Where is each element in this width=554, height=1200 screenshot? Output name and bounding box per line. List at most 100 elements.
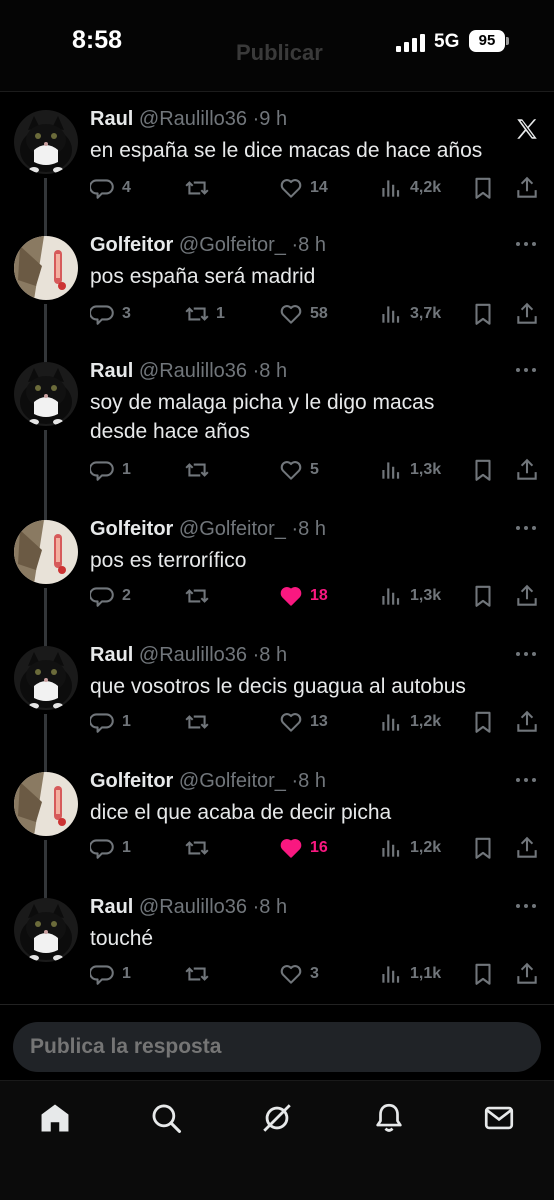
- share-button[interactable]: [514, 582, 540, 610]
- tweet-header: Raul @Raulillo36 ·8 h: [90, 358, 538, 384]
- reply-button[interactable]: 1: [90, 456, 131, 484]
- like-button[interactable]: 14: [278, 174, 328, 202]
- like-button[interactable]: 3: [278, 960, 319, 988]
- avatar[interactable]: [14, 646, 78, 710]
- reply-button[interactable]: 1: [90, 708, 131, 736]
- bookmark-button[interactable]: [470, 582, 496, 610]
- tweet[interactable]: Raul @Raulillo36 ·8 h touché: [0, 894, 554, 1020]
- bookmark-button[interactable]: [470, 834, 496, 862]
- author-handle[interactable]: @Raulillo36: [139, 108, 247, 130]
- analytics-icon: [382, 306, 400, 323]
- retweet-button[interactable]: [184, 708, 210, 736]
- author-name[interactable]: Raul: [90, 360, 133, 382]
- reply-button[interactable]: 4: [90, 174, 131, 202]
- more-icon[interactable]: [512, 360, 540, 380]
- share-button[interactable]: [514, 708, 540, 736]
- avatar[interactable]: [14, 898, 78, 962]
- tab-home[interactable]: [38, 1101, 72, 1135]
- tab-grok[interactable]: [260, 1101, 294, 1135]
- timestamp[interactable]: 8 h: [298, 234, 326, 256]
- retweet-button[interactable]: 1: [184, 300, 225, 328]
- timestamp[interactable]: 8 h: [259, 360, 287, 382]
- more-icon[interactable]: [512, 644, 540, 664]
- like-button[interactable]: 58: [278, 300, 328, 328]
- reply-button[interactable]: 1: [90, 960, 131, 988]
- retweet-button[interactable]: [184, 834, 210, 862]
- timestamp[interactable]: 8 h: [259, 896, 287, 918]
- more-icon[interactable]: [512, 234, 540, 254]
- author-name[interactable]: Raul: [90, 896, 133, 918]
- bookmark-button[interactable]: [470, 960, 496, 988]
- thread-connector: [44, 840, 47, 900]
- replies-count: 4: [122, 179, 131, 196]
- author-handle[interactable]: @Golfeitor_: [179, 234, 286, 256]
- retweet-button[interactable]: [184, 174, 210, 202]
- retweet-button[interactable]: [184, 960, 210, 988]
- tweet[interactable]: Raul @Raulillo36 ·8 h que vosotros le dec…: [0, 642, 554, 774]
- timestamp[interactable]: 9 h: [259, 108, 287, 130]
- author-handle[interactable]: @Golfeitor_: [179, 518, 286, 540]
- share-button[interactable]: [514, 834, 540, 862]
- reply-button[interactable]: 2: [90, 582, 131, 610]
- analytics-icon: [382, 966, 400, 983]
- retweet-button[interactable]: [184, 456, 210, 484]
- tab-messages[interactable]: [482, 1101, 516, 1135]
- author-name[interactable]: Golfeitor: [90, 770, 173, 792]
- bookmark-button[interactable]: [470, 456, 496, 484]
- more-icon[interactable]: [512, 518, 540, 538]
- tweet[interactable]: Golfeitor @Golfeitor_ ·8 h pos españa ser…: [0, 232, 554, 364]
- author-name[interactable]: Raul: [90, 108, 133, 130]
- views-button[interactable]: 4,2k: [378, 174, 441, 202]
- tweet[interactable]: Raul @Raulillo36 ·9 h en españa se le dic…: [0, 106, 554, 238]
- avatar[interactable]: [14, 772, 78, 836]
- retweets-count: 1: [216, 305, 225, 322]
- author-name[interactable]: Golfeitor: [90, 234, 173, 256]
- author-handle[interactable]: @Raulillo36: [139, 360, 247, 382]
- bookmark-button[interactable]: [470, 174, 496, 202]
- more-icon[interactable]: [512, 896, 540, 916]
- avatar[interactable]: [14, 236, 78, 300]
- like-button[interactable]: 16: [278, 834, 328, 862]
- tweet-actions: 3 1 58 3,7k: [90, 300, 544, 328]
- avatar[interactable]: [14, 520, 78, 584]
- timestamp[interactable]: 8 h: [298, 518, 326, 540]
- timestamp[interactable]: 8 h: [259, 644, 287, 666]
- views-button[interactable]: 1,3k: [378, 582, 441, 610]
- more-icon[interactable]: [512, 770, 540, 790]
- author-name[interactable]: Golfeitor: [90, 518, 173, 540]
- reply-composer[interactable]: [13, 1022, 541, 1072]
- like-button[interactable]: 18: [278, 582, 328, 610]
- views-button[interactable]: 1,2k: [378, 708, 441, 736]
- reply-button[interactable]: 3: [90, 300, 131, 328]
- reply-button[interactable]: 1: [90, 834, 131, 862]
- tab-notifications[interactable]: [372, 1101, 406, 1135]
- author-handle[interactable]: @Golfeitor_: [179, 770, 286, 792]
- tweet[interactable]: Golfeitor @Golfeitor_ ·8 h pos es terrorí…: [0, 516, 554, 648]
- views-button[interactable]: 1,1k: [378, 960, 441, 988]
- views-button[interactable]: 1,3k: [378, 456, 441, 484]
- share-button[interactable]: [514, 960, 540, 988]
- avatar[interactable]: [14, 362, 78, 426]
- retweet-button[interactable]: [184, 582, 210, 610]
- x-logo-icon[interactable]: [514, 116, 540, 142]
- author-handle[interactable]: @Raulillo36: [139, 896, 247, 918]
- avatar[interactable]: [14, 110, 78, 174]
- author-name[interactable]: Raul: [90, 644, 133, 666]
- timestamp[interactable]: 8 h: [298, 770, 326, 792]
- reply-input[interactable]: [30, 1022, 510, 1072]
- tweet-text: touché: [90, 924, 538, 953]
- author-handle[interactable]: @Raulillo36: [139, 644, 247, 666]
- like-button[interactable]: 5: [278, 456, 319, 484]
- share-button[interactable]: [514, 174, 540, 202]
- share-button[interactable]: [514, 456, 540, 484]
- tab-search[interactable]: [149, 1101, 183, 1135]
- like-button[interactable]: 13: [278, 708, 328, 736]
- views-button[interactable]: 1,2k: [378, 834, 441, 862]
- views-button[interactable]: 3,7k: [378, 300, 441, 328]
- share-button[interactable]: [514, 300, 540, 328]
- bookmark-button[interactable]: [470, 300, 496, 328]
- tweet[interactable]: Golfeitor @Golfeitor_ ·8 h dice el que ac…: [0, 768, 554, 900]
- bookmark-button[interactable]: [470, 708, 496, 736]
- tweet-text-line: en españa se le dice macas de hace años: [90, 139, 483, 162]
- tweet[interactable]: Raul @Raulillo36 ·8 h soy de malaga picha…: [0, 358, 554, 522]
